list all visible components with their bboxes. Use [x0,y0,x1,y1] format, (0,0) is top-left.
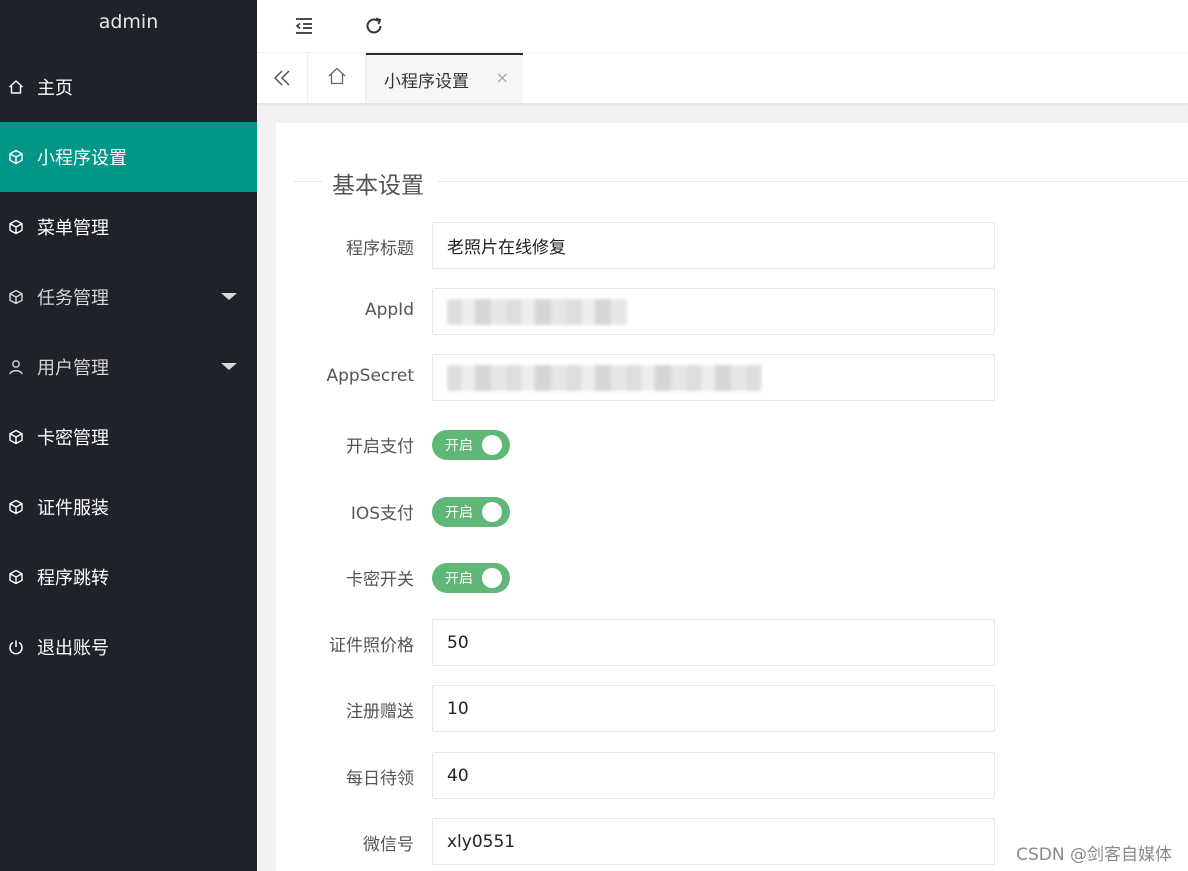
form-row-appsecret: AppSecret [276,354,1188,402]
field-label: 卡密开关 [346,570,414,590]
tab-home[interactable] [308,53,366,103]
sidebar-item-logout[interactable]: 退出账号 [0,612,257,682]
sidebar-item-label: 用户管理 [37,358,109,379]
cube-icon [8,499,24,515]
ios-pay-toggle[interactable]: 开启 [432,497,510,527]
settings-card: 基本设置 程序标题 AppId AppSecret 开启支付 开启 IOS支付 … [276,123,1188,871]
tab-miniprogram-settings[interactable]: 小程序设置 × [366,53,523,103]
field-label: IOS支付 [350,504,414,524]
field-label: AppSecret [326,366,414,386]
wechat-id-input[interactable] [432,818,995,865]
redacted-value [447,365,762,391]
appsecret-input[interactable] [432,354,995,401]
toggle-text: 开启 [445,438,473,454]
form-row-ios-pay: IOS支付 开启 [276,489,1188,537]
caret-down-icon [221,293,237,300]
card-toggle[interactable]: 开启 [432,563,510,593]
close-icon[interactable]: × [496,68,509,87]
form-row-price: 证件照价格 [276,619,1188,667]
id-photo-price-input[interactable] [432,619,995,666]
toggle-knob [482,435,502,455]
sidebar-item-label: 证件服装 [37,498,109,519]
program-title-input[interactable] [432,222,995,269]
field-label: AppId [364,300,414,320]
cube-icon [8,219,24,235]
watermark: CSDN @剑客自媒体 [1016,845,1172,865]
sidebar-item-label: 退出账号 [37,638,109,659]
refresh-icon[interactable] [358,10,390,42]
toggle-text: 开启 [445,505,473,521]
sidebar-item-home[interactable]: 主页 [0,52,257,122]
double-chevron-left-icon[interactable] [257,53,308,103]
sidebar: admin 主页 小程序设置 菜单管理 任务管理 用户管理 卡密管理 证件服装 … [0,0,257,871]
caret-down-icon [221,363,237,370]
user-icon [8,359,24,375]
sidebar-item-task-management[interactable]: 任务管理 [0,262,257,332]
form-row-card: 卡密开关 开启 [276,555,1188,603]
daily-claim-input[interactable] [432,752,995,799]
form-row-register-gift: 注册赠送 [276,685,1188,733]
sidebar-item-label: 菜单管理 [37,218,109,239]
redacted-value [447,299,627,325]
tab-label: 小程序设置 [384,71,469,92]
cube-icon [8,149,24,165]
sidebar-item-label: 小程序设置 [37,148,127,169]
form-row-pay: 开启支付 开启 [276,422,1188,470]
register-gift-input[interactable] [432,685,995,732]
cube-icon [8,569,24,585]
sidebar-item-menu-management[interactable]: 菜单管理 [0,192,257,262]
form-row-appid: AppId [276,288,1188,336]
home-icon [8,79,24,95]
app-logo: admin [0,0,257,52]
toggle-text: 开启 [445,571,473,587]
form-row-daily: 每日待领 [276,752,1188,800]
sidebar-item-label: 程序跳转 [37,568,109,589]
sidebar-item-program-redirect[interactable]: 程序跳转 [0,542,257,612]
pay-toggle[interactable]: 开启 [432,430,510,460]
toggle-knob [482,568,502,588]
cube-icon [8,429,24,445]
toggle-knob [482,502,502,522]
form-row-title: 程序标题 [276,222,1188,270]
cube-icon [8,289,24,305]
section-title: 基本设置 [322,166,438,200]
home-icon [327,66,347,90]
sidebar-nav: 主页 小程序设置 菜单管理 任务管理 用户管理 卡密管理 证件服装 程序跳转 退… [0,52,257,682]
field-label: 证件照价格 [329,636,414,656]
tab-bar: 小程序设置 × [257,53,1188,104]
field-label: 每日待领 [346,769,414,789]
top-header [257,0,1188,53]
power-icon [8,639,24,655]
sidebar-item-label: 主页 [37,78,73,99]
field-label: 微信号 [363,835,414,855]
field-label: 开启支付 [346,437,414,457]
sidebar-item-id-clothing[interactable]: 证件服装 [0,472,257,542]
sidebar-item-user-management[interactable]: 用户管理 [0,332,257,402]
indent-icon[interactable] [288,10,320,42]
field-label: 注册赠送 [346,702,414,722]
sidebar-item-card-management[interactable]: 卡密管理 [0,402,257,472]
sidebar-item-label: 卡密管理 [37,428,109,449]
appid-input[interactable] [432,288,995,335]
sidebar-item-miniprogram-settings[interactable]: 小程序设置 [0,122,257,192]
sidebar-item-label: 任务管理 [37,288,109,309]
field-label: 程序标题 [346,239,414,259]
